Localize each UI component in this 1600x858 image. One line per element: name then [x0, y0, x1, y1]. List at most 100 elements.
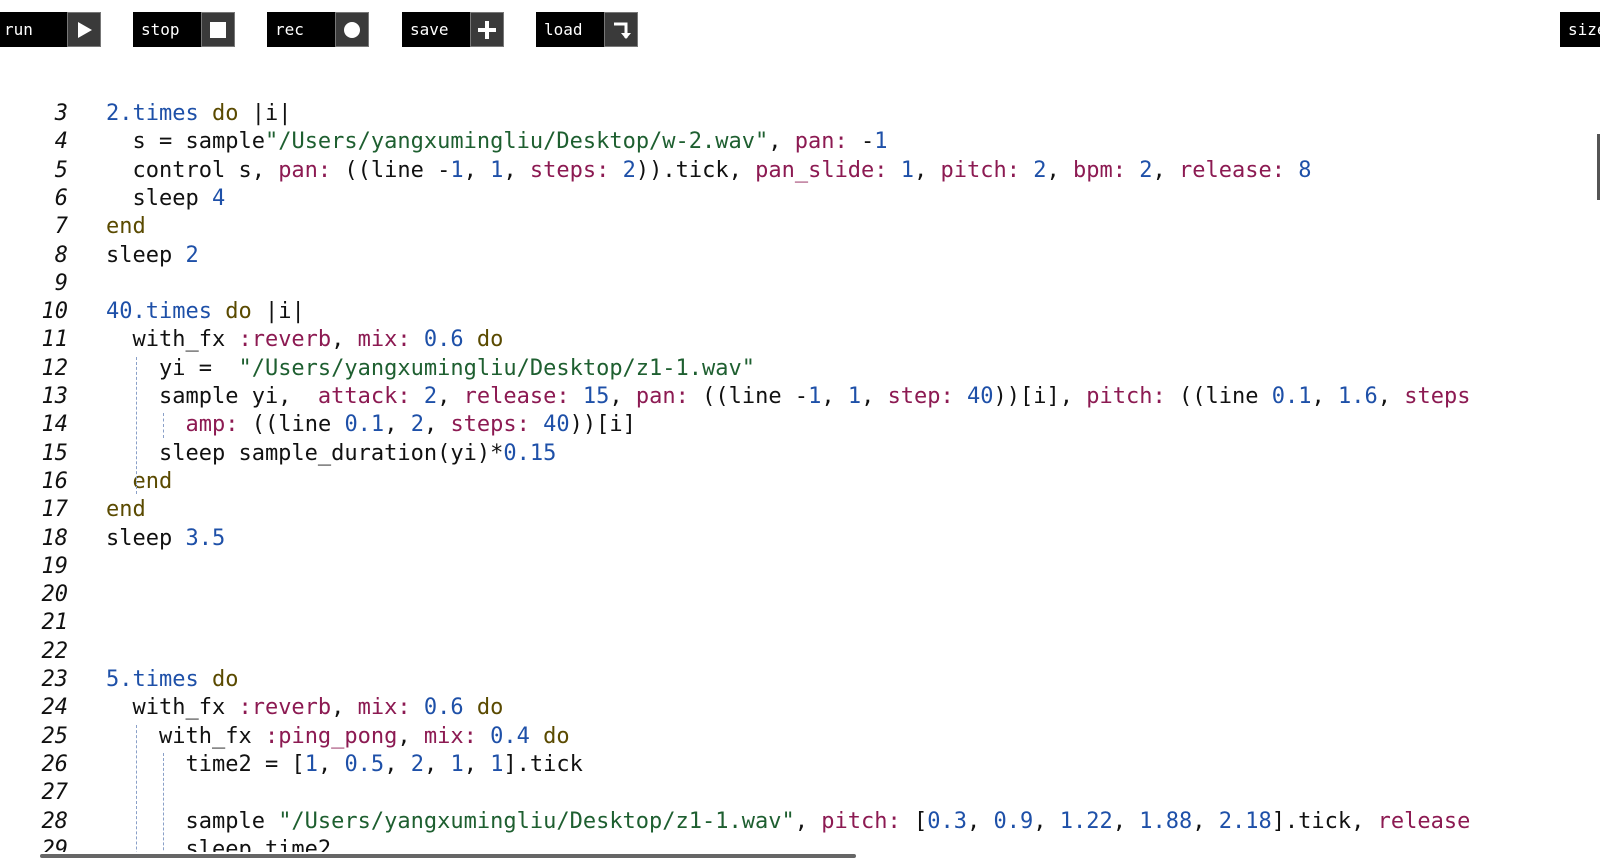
- code-line[interactable]: 19: [0, 553, 1600, 581]
- code-token: do: [543, 723, 570, 749]
- code-token: end: [106, 497, 146, 523]
- stop-button[interactable]: stop: [133, 12, 235, 47]
- code-token: 1: [808, 384, 822, 409]
- indent-guide: [136, 356, 137, 495]
- code-token: 0.9: [993, 808, 1034, 834]
- code-line[interactable]: 25 with_fx :ping_pong, mix: 0.4 do: [0, 723, 1600, 751]
- code-token: s = sample: [106, 129, 265, 155]
- code-line[interactable]: 7 end: [0, 213, 1600, 241]
- code-token: with_fx: [106, 695, 239, 721]
- code-line[interactable]: 18 sleep 3.5: [0, 525, 1600, 553]
- code-text: amp: ((line 0.1, 2, steps: 40))[i]: [106, 411, 636, 439]
- line-number: 12: [41, 355, 69, 381]
- code-line[interactable]: 22: [0, 638, 1600, 666]
- code-token: 1: [450, 157, 464, 183]
- code-text: with_fx :ping_pong, mix: 0.4 do: [106, 723, 570, 751]
- code-line[interactable]: 8 sleep 2: [0, 242, 1600, 270]
- code-text: yi = "/Users/yangxumingliu/Desktop/z1-1.…: [106, 355, 755, 383]
- code-token: ,: [437, 384, 464, 409]
- code-text: sleep 3.5: [106, 525, 225, 553]
- code-token: release:: [463, 384, 570, 409]
- code-token: -: [847, 129, 875, 155]
- code-line[interactable]: 21: [0, 609, 1600, 637]
- code-line[interactable]: 28 sample "/Users/yangxumingliu/Desktop/…: [0, 808, 1600, 836]
- code-line[interactable]: 10 40.times do |i|: [0, 298, 1600, 326]
- code-text: with_fx :reverb, mix: 0.6 do: [106, 694, 503, 722]
- code-token: ((line: [238, 412, 345, 438]
- load-label: load: [536, 12, 604, 47]
- code-token: ,: [384, 751, 411, 777]
- code-token: bpm:: [1073, 157, 1127, 183]
- code-token: 40: [543, 412, 570, 438]
- code-line[interactable]: 17 end: [0, 496, 1600, 524]
- code-token: do: [225, 299, 252, 325]
- code-token: ,: [423, 412, 451, 438]
- code-line[interactable]: 24 with_fx :reverb, mix: 0.6 do: [0, 694, 1600, 722]
- indent-guide: [162, 413, 164, 438]
- code-line[interactable]: 29 sleep time2: [0, 836, 1600, 852]
- code-line[interactable]: 11 with_fx :reverb, mix: 0.6 do: [0, 326, 1600, 354]
- load-button[interactable]: load: [536, 12, 638, 47]
- code-line[interactable]: 12 yi = "/Users/yangxumingliu/Desktop/z1…: [0, 355, 1600, 383]
- rec-button[interactable]: rec: [267, 12, 369, 47]
- code-token: 2: [423, 384, 438, 409]
- run-button[interactable]: run: [0, 12, 101, 47]
- code-line[interactable]: 27: [0, 779, 1600, 807]
- code-token: end: [132, 468, 173, 494]
- line-number: 22: [41, 638, 69, 664]
- code-token: 1: [847, 384, 862, 409]
- line-number: 13: [41, 384, 69, 409]
- code-token: [: [900, 808, 928, 834]
- code-token: end: [106, 214, 146, 240]
- code-line[interactable]: 9: [0, 270, 1600, 298]
- code-token: ))[i]: [569, 412, 636, 438]
- line-number: 20: [41, 582, 69, 608]
- code-line[interactable]: 16 end: [0, 468, 1600, 496]
- code-line[interactable]: 5 control s, pan: ((line -1, 1, steps: 2…: [0, 157, 1600, 185]
- code-token: 2: [622, 157, 636, 183]
- code-token: 40: [967, 384, 994, 409]
- line-number: 28: [41, 808, 69, 834]
- code-token: 1.22: [1059, 808, 1113, 834]
- code-token: sample yi,: [106, 384, 318, 409]
- code-text: sample "/Users/yangxumingliu/Desktop/z1-…: [106, 808, 1470, 836]
- code-line[interactable]: 23 5.times do: [0, 666, 1600, 694]
- stop-label: stop: [133, 12, 201, 47]
- code-editor[interactable]: 3 2.times do |i| 4 s = sample"/Users/yangx…: [0, 100, 1600, 852]
- code-token: steps:: [450, 412, 530, 438]
- code-token: ,: [609, 384, 636, 409]
- save-button[interactable]: save: [402, 12, 504, 47]
- code-line[interactable]: 6 sleep 4: [0, 185, 1600, 213]
- code-line[interactable]: 4 s = sample"/Users/yangxumingliu/Deskto…: [0, 128, 1600, 156]
- line-number: 25: [41, 723, 69, 749]
- code-token: :ping_pong: [264, 723, 398, 749]
- line-number: 10: [41, 299, 69, 325]
- code-line[interactable]: 3 2.times do |i|: [0, 100, 1600, 128]
- code-token: :reverb: [238, 695, 332, 721]
- code-line[interactable]: 14 amp: ((line 0.1, 2, steps: 40))[i]: [0, 411, 1600, 439]
- line-number: 8: [54, 242, 68, 268]
- code-token: ((line -: [688, 384, 809, 409]
- code-token: control s,: [106, 157, 279, 183]
- code-line[interactable]: 20: [0, 581, 1600, 609]
- code-line[interactable]: 15 sleep sample_duration(yi)*0.15: [0, 440, 1600, 468]
- size-button[interactable]: size: [1560, 12, 1600, 47]
- line-number: 16: [41, 468, 69, 494]
- code-token: ,: [914, 157, 941, 183]
- code-token: sleep: [106, 242, 186, 268]
- horizontal-scrollbar[interactable]: [40, 854, 856, 858]
- code-line[interactable]: 26 time2 = [1, 0.5, 2, 1, 1].tick: [0, 751, 1600, 779]
- line-number: 17: [41, 497, 69, 523]
- line-number: 6: [54, 185, 68, 211]
- code-token: ((line -: [331, 157, 451, 183]
- code-line[interactable]: 13 sample yi, attack: 2, release: 15, pa…: [0, 383, 1600, 411]
- code-token: release: [1377, 808, 1471, 834]
- code-token: ,: [1046, 157, 1074, 183]
